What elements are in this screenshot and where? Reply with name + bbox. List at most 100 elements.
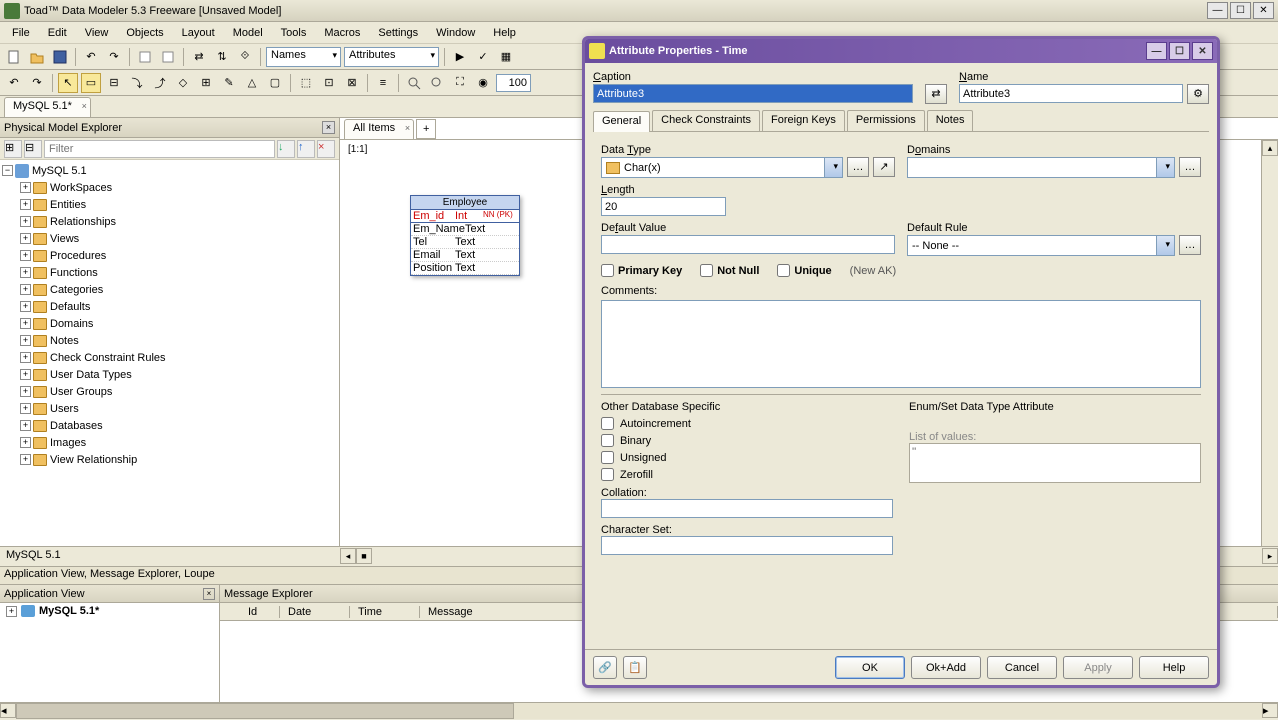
apply-button[interactable]: Apply xyxy=(1063,656,1133,679)
designer-tab-allitems[interactable]: All Items × xyxy=(344,119,414,139)
fit-button[interactable]: ⛶ xyxy=(450,73,470,93)
not-null-checkbox[interactable]: Not Null xyxy=(700,264,759,277)
tab-check-constraints[interactable]: Check Constraints xyxy=(652,110,760,131)
expand-icon[interactable]: + xyxy=(20,284,31,295)
loupe-button[interactable]: ◉ xyxy=(473,73,493,93)
tab-foreign-keys[interactable]: Foreign Keys xyxy=(762,110,845,131)
nonidentifying-button[interactable]: ⤴ xyxy=(150,73,170,93)
entity-tool-button[interactable]: ▭ xyxy=(81,73,101,93)
scroll-left-icon[interactable]: ◂ xyxy=(340,548,356,564)
dialog-maximize-button[interactable]: ☐ xyxy=(1169,42,1190,60)
tab-general[interactable]: General xyxy=(593,111,650,132)
filter-input[interactable] xyxy=(44,140,275,158)
menu-tools[interactable]: Tools xyxy=(273,25,315,41)
menu-settings[interactable]: Settings xyxy=(370,25,426,41)
menu-view[interactable]: View xyxy=(77,25,117,41)
expand-icon[interactable]: + xyxy=(20,352,31,363)
tree-item[interactable]: +Entities xyxy=(2,196,337,213)
charset-input[interactable] xyxy=(601,536,893,555)
binary-checkbox[interactable]: Binary xyxy=(601,434,893,447)
list-values-box[interactable]: '' xyxy=(909,443,1201,483)
bottom-scrollbar[interactable]: ◂ ▸ xyxy=(0,702,1278,719)
default-value-input[interactable] xyxy=(601,235,895,254)
identifying-button[interactable]: ⤵ xyxy=(127,73,147,93)
tree-root[interactable]: − MySQL 5.1 xyxy=(2,162,337,179)
tree-item[interactable]: +Categories xyxy=(2,281,337,298)
comments-textarea[interactable] xyxy=(601,300,1201,388)
minimize-button[interactable]: — xyxy=(1207,2,1228,19)
add-tab-button[interactable]: + xyxy=(416,119,436,139)
cancel-button[interactable]: Cancel xyxy=(987,656,1057,679)
designer-v-scrollbar[interactable]: ▴ xyxy=(1261,140,1278,546)
expand-icon[interactable]: + xyxy=(6,606,17,617)
export-button[interactable] xyxy=(135,47,155,67)
pointer-button[interactable]: ↖ xyxy=(58,73,78,93)
redo2-button[interactable]: ↷ xyxy=(27,73,47,93)
run-button[interactable]: ▶ xyxy=(450,47,470,67)
menu-model[interactable]: Model xyxy=(225,25,271,41)
copy-icon-button[interactable]: 📋 xyxy=(623,656,647,679)
align-button[interactable]: ≡ xyxy=(373,73,393,93)
verify-button[interactable]: ✓ xyxy=(473,47,493,67)
length-input[interactable] xyxy=(601,197,726,216)
undo-button[interactable]: ↶ xyxy=(81,47,101,67)
dialog-close-button[interactable]: ✕ xyxy=(1192,42,1213,60)
merge-button[interactable]: ⇅ xyxy=(212,47,232,67)
convert-button[interactable]: ⟐ xyxy=(235,47,255,67)
tree-item[interactable]: +Users xyxy=(2,400,337,417)
tree-item[interactable]: +User Data Types xyxy=(2,366,337,383)
menu-layout[interactable]: Layout xyxy=(174,25,223,41)
autoincrement-checkbox[interactable]: Autoincrement xyxy=(601,417,893,430)
ok-button[interactable]: OK xyxy=(835,656,905,679)
expand-icon[interactable]: + xyxy=(20,233,31,244)
scroll-page-icon[interactable]: ■ xyxy=(356,548,372,564)
primary-key-checkbox[interactable]: Primary Key xyxy=(601,264,682,277)
undo2-button[interactable]: ↶ xyxy=(4,73,24,93)
entity-column-row[interactable]: Em_idIntNN (PK) xyxy=(411,210,519,223)
expand-icon[interactable]: + xyxy=(20,420,31,431)
domains-browse-button[interactable]: … xyxy=(1179,157,1201,177)
collation-input[interactable] xyxy=(601,499,893,518)
datatype-edit-button[interactable]: ↗ xyxy=(873,157,895,177)
open-button[interactable] xyxy=(27,47,47,67)
expand-icon[interactable]: + xyxy=(20,369,31,380)
expand-icon[interactable]: + xyxy=(20,454,31,465)
tab-permissions[interactable]: Permissions xyxy=(847,110,925,131)
save-button[interactable] xyxy=(50,47,70,67)
filter-toggle-icon[interactable]: ⊞ xyxy=(4,140,22,158)
names-combo[interactable]: Names xyxy=(266,47,341,67)
entity-column-row[interactable]: PositionText xyxy=(411,262,519,275)
zoom-out-button[interactable] xyxy=(427,73,447,93)
domains-combo[interactable] xyxy=(907,157,1175,178)
menu-edit[interactable]: Edit xyxy=(40,25,75,41)
scroll-right-icon[interactable]: ▸ xyxy=(1262,548,1278,564)
filter-tree-icon[interactable]: ⊟ xyxy=(24,140,42,158)
unique-checkbox[interactable]: Unique xyxy=(777,264,831,277)
tree-item[interactable]: +Functions xyxy=(2,264,337,281)
compare-button[interactable]: ⇄ xyxy=(189,47,209,67)
app-view-item[interactable]: + MySQL 5.1* xyxy=(0,603,219,619)
tree-item[interactable]: +Check Constraint Rules xyxy=(2,349,337,366)
tree-item[interactable]: +Relationships xyxy=(2,213,337,230)
entity-column-row[interactable]: EmailText xyxy=(411,249,519,262)
link-button[interactable]: ⇄ xyxy=(925,84,947,104)
zerofill-checkbox[interactable]: Zerofill xyxy=(601,468,893,481)
default-rule-combo[interactable]: -- None -- xyxy=(907,235,1175,256)
dialog-minimize-button[interactable]: — xyxy=(1146,42,1167,60)
name-options-button[interactable]: ⚙ xyxy=(1187,84,1209,104)
scroll-up-icon[interactable]: ▴ xyxy=(1262,140,1278,156)
zoom-input[interactable] xyxy=(496,74,531,92)
scroll-left-button[interactable]: ◂ xyxy=(0,703,16,718)
tree-item[interactable]: +Procedures xyxy=(2,247,337,264)
tree-item[interactable]: +Images xyxy=(2,434,337,451)
tree-item[interactable]: +Domains xyxy=(2,315,337,332)
tree-item[interactable]: +WorkSpaces xyxy=(2,179,337,196)
collapse-icon[interactable]: − xyxy=(2,165,13,176)
zoom-in-button[interactable] xyxy=(404,73,424,93)
msg-col-time[interactable]: Time xyxy=(350,606,420,618)
menu-help[interactable]: Help xyxy=(485,25,524,41)
menu-objects[interactable]: Objects xyxy=(118,25,171,41)
expand-icon[interactable]: + xyxy=(20,301,31,312)
link-icon-button[interactable]: 🔗 xyxy=(593,656,617,679)
category-tool-button[interactable]: △ xyxy=(242,73,262,93)
